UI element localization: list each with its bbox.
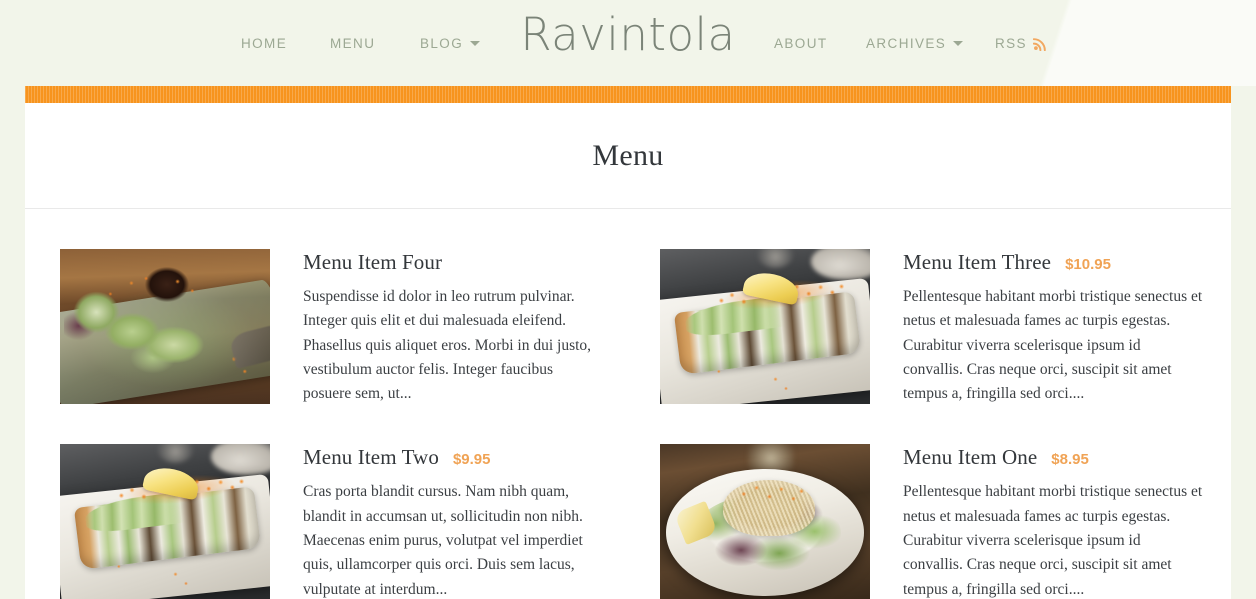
nav-item-rss-label: RSS	[995, 36, 1027, 51]
menu-item-title[interactable]: Menu Item Three	[903, 250, 1051, 275]
menu-item[interactable]: Menu Item One $8.95 Pellentesque habitan…	[660, 444, 1231, 599]
sushi-roll-photo	[660, 249, 870, 404]
site-title: Ravintola	[520, 8, 736, 61]
nav-item-about-label: ABOUT	[774, 36, 828, 51]
bowl-salad-photo	[660, 444, 870, 599]
menu-item-price: $8.95	[1051, 451, 1089, 469]
menu-item-title[interactable]: Menu Item Two	[303, 445, 439, 470]
chevron-down-icon	[470, 41, 481, 46]
rss-icon	[1032, 36, 1048, 52]
menu-item-image[interactable]	[60, 444, 270, 599]
menu-item-image[interactable]	[660, 444, 870, 599]
orange-accent-bar	[25, 86, 1231, 103]
menu-item[interactable]: Menu Item Three $10.95 Pellentesque habi…	[660, 249, 1231, 406]
menu-item-body: Menu Item Four Suspendisse id dolor in l…	[270, 249, 603, 406]
page-title: Menu	[592, 138, 664, 172]
menu-item-title[interactable]: Menu Item Four	[303, 250, 442, 275]
menu-item-price: $9.95	[452, 451, 491, 469]
nav-item-menu-label: MENU	[330, 36, 376, 51]
nav-item-rss[interactable]: RSS	[995, 36, 1048, 52]
sushi-roll-photo	[60, 444, 270, 599]
site-header: HOME MENU BLOG ABOUT ARCHIVES RSS Ravint…	[0, 0, 1256, 86]
menu-item[interactable]: Menu Item Four Suspendisse id dolor in l…	[60, 249, 646, 406]
main-navigation: HOME MENU BLOG ABOUT ARCHIVES RSS Ravint…	[0, 0, 1256, 86]
nav-item-home-label: HOME	[241, 36, 288, 51]
menu-item-body: Menu Item Two $9.95 Cras porta blandit c…	[270, 444, 603, 599]
page-title-block: Menu	[25, 103, 1231, 209]
nav-item-blog[interactable]: BLOG	[420, 36, 481, 51]
chevron-down-icon	[953, 41, 964, 46]
menu-item-price: $10.95	[1065, 256, 1111, 273]
nav-item-menu[interactable]: MENU	[330, 36, 375, 51]
nav-item-archives[interactable]: ARCHIVES	[866, 36, 964, 51]
nav-item-archives-label: ARCHIVES	[866, 36, 947, 51]
menu-item-head: Menu Item Four	[303, 250, 603, 275]
menu-item-image[interactable]	[660, 249, 870, 404]
menu-item-description: Pellentesque habitant morbi tristique se…	[903, 288, 1203, 403]
menu-item-head: Menu Item Three $10.95	[903, 250, 1203, 275]
menu-item-image[interactable]	[60, 249, 270, 404]
menu-item-body: Menu Item Three $10.95 Pellentesque habi…	[870, 249, 1203, 406]
menu-item-description: Cras porta blandit cursus. Nam nibh quam…	[303, 483, 583, 598]
menu-item[interactable]: Menu Item Two $9.95 Cras porta blandit c…	[60, 444, 646, 599]
nav-item-blog-label: BLOG	[420, 36, 464, 51]
menu-item-head: Menu Item Two $9.95	[303, 445, 603, 470]
menu-item-description: Pellentesque habitant morbi tristique se…	[903, 483, 1203, 598]
menu-item-title[interactable]: Menu Item One	[903, 445, 1037, 470]
menu-item-head: Menu Item One $8.95	[903, 445, 1203, 470]
menu-item-description: Suspendisse id dolor in leo rutrum pulvi…	[303, 288, 592, 403]
avocado-salad-photo	[60, 249, 270, 404]
nav-item-about[interactable]: ABOUT	[774, 36, 828, 51]
menu-item-body: Menu Item One $8.95 Pellentesque habitan…	[870, 444, 1203, 599]
nav-item-home[interactable]: HOME	[241, 36, 287, 51]
content-card: Menu Menu Item Four Suspendisse id dolor…	[25, 103, 1231, 599]
menu-grid: Menu Item Four Suspendisse id dolor in l…	[25, 209, 1231, 599]
